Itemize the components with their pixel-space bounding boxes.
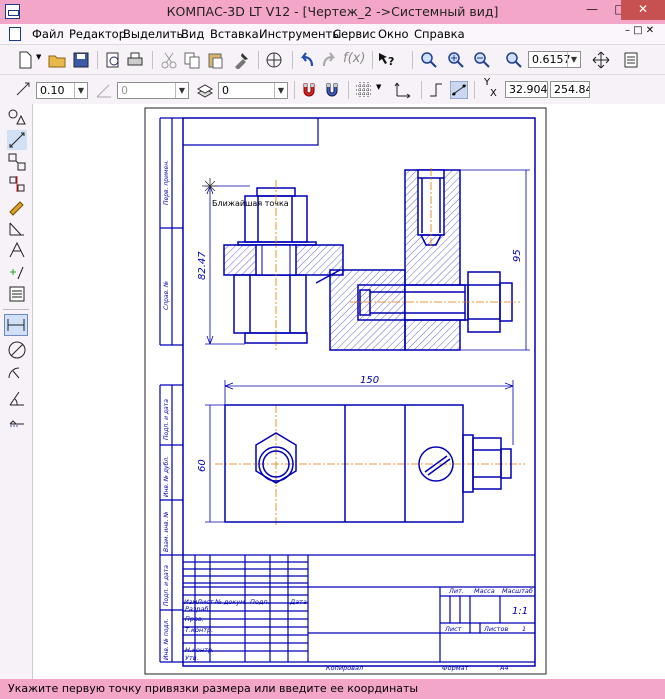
sheet-label: Лист: [444, 625, 462, 633]
sheets-label: Листов: [483, 625, 508, 633]
scale-label: Масштаб: [502, 587, 533, 595]
sidebar-label: Перв. примен.: [163, 160, 170, 205]
rev-header: Дата: [289, 598, 307, 606]
snap-tooltip: Ближайшая точка: [212, 199, 289, 208]
sidebar-label: Подп. и дата: [163, 565, 170, 606]
format-label: Формат: [442, 664, 469, 672]
dimension-height-right: 95: [512, 249, 523, 262]
scale-value: 1:1: [512, 606, 528, 617]
dimension-height-top: 82.47: [197, 251, 208, 280]
lit-label: Лит.: [448, 587, 464, 595]
role-label: Т.контр.: [185, 626, 213, 634]
sidebar-label: Справ. №: [163, 281, 170, 310]
dimension-height-bottom: 60: [197, 459, 208, 472]
sidebar-label: Взам. инв. №: [163, 511, 170, 552]
status-bar: Укажите первую точку привязки размера ил…: [0, 679, 665, 699]
dimension-width: 150: [360, 375, 379, 386]
sidebar-label: Инв. № подл.: [163, 619, 170, 660]
role-label: Разраб.: [185, 605, 211, 613]
sheets-value: 1: [522, 625, 526, 633]
status-text: Укажите первую точку привязки размера ил…: [8, 682, 419, 695]
role-label: Н.контр.: [185, 646, 214, 654]
mass-label: Масса: [474, 587, 495, 595]
drawing-sheet[interactable]: Ближайшая точка 82.47 95 150 60 Перв. пр…: [0, 0, 665, 699]
sidebar-label: Инв. № дубл.: [163, 456, 170, 497]
sidebar-label: Подп. и дата: [163, 399, 170, 440]
rev-header: Подп.: [250, 598, 270, 606]
rev-header: № докум.: [214, 598, 247, 606]
role-label: Пров.: [185, 615, 204, 623]
format-value: A4: [499, 664, 509, 672]
role-label: Утв.: [185, 654, 199, 662]
copied-label: Копировал: [326, 664, 363, 672]
